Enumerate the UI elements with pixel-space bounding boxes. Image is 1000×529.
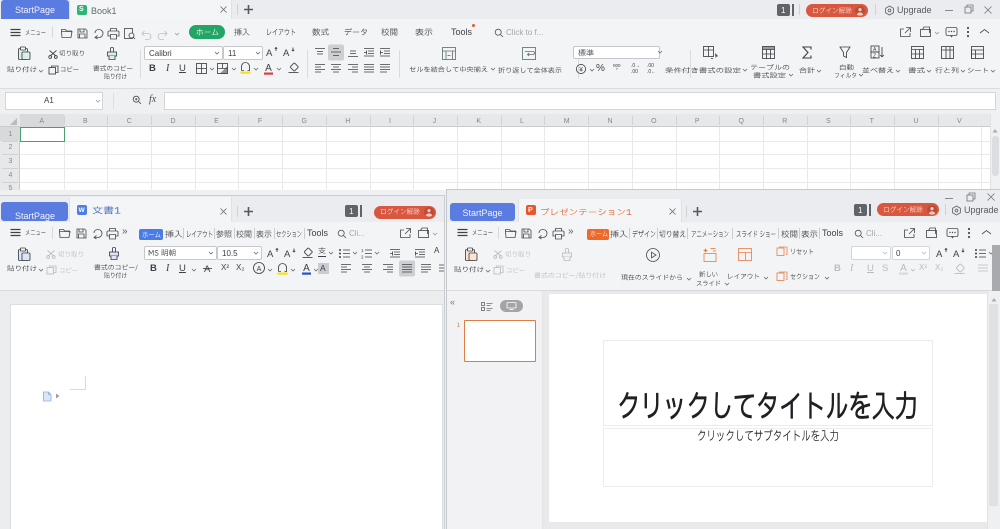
svg-text:¥: ¥ [579, 66, 583, 73]
svg-text:A: A [283, 48, 290, 59]
svg-text:A: A [900, 263, 907, 274]
svg-text:A: A [204, 264, 211, 275]
svg-text:A: A [953, 249, 960, 260]
svg-text:A: A [257, 266, 262, 273]
svg-text:A: A [266, 48, 273, 59]
svg-text:A: A [267, 249, 274, 260]
svg-text:A: A [284, 249, 291, 260]
svg-text:2: 2 [361, 255, 364, 260]
svg-text:1: 1 [361, 248, 364, 253]
svg-text:A: A [303, 263, 310, 274]
svg-text:A: A [936, 249, 943, 260]
svg-text:A: A [265, 63, 272, 74]
svg-text:Z: Z [873, 53, 876, 59]
